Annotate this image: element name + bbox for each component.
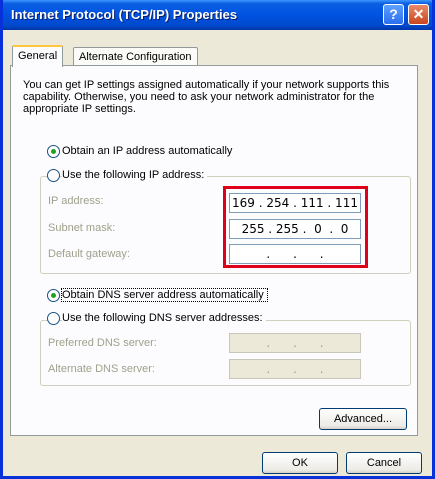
use-following-ip-radio[interactable] [47,169,60,182]
obtain-dns-auto-radio[interactable] [47,289,60,302]
subnet-mask-label: Subnet mask: [48,222,116,234]
description-text: You can get IP settings assigned automat… [23,79,390,115]
advanced-button[interactable]: Advanced... [319,408,407,430]
use-following-dns-radio[interactable] [47,312,60,325]
preferred-dns-field[interactable]: . . . [229,333,361,353]
obtain-dns-auto-label[interactable]: Obtain DNS server address automatically [61,288,268,302]
use-following-ip-label[interactable]: Use the following IP address: [62,169,208,181]
ip-address-label: IP address: [48,195,104,207]
default-gateway-label: Default gateway: [48,248,130,260]
obtain-ip-auto-label[interactable]: Obtain an IP address automatically [62,145,236,157]
tab-general[interactable]: General [12,45,64,67]
alternate-dns-label: Alternate DNS server: [48,363,155,375]
tab-alternate-configuration[interactable]: Alternate Configuration [73,47,198,65]
preferred-dns-label: Preferred DNS server: [48,337,157,349]
help-icon[interactable]: ? [383,4,404,25]
close-icon[interactable]: ✕ [408,4,429,25]
highlight-box [223,186,368,268]
ok-button[interactable]: OK [262,452,338,474]
use-following-dns-label[interactable]: Use the following DNS server addresses: [62,312,266,324]
obtain-ip-auto-radio[interactable] [47,145,60,158]
title-bar[interactable]: Internet Protocol (TCP/IP) Properties ? … [3,0,432,30]
alternate-dns-field[interactable]: . . . [229,359,361,379]
cancel-button[interactable]: Cancel [346,452,422,474]
window-title: Internet Protocol (TCP/IP) Properties [11,7,238,22]
